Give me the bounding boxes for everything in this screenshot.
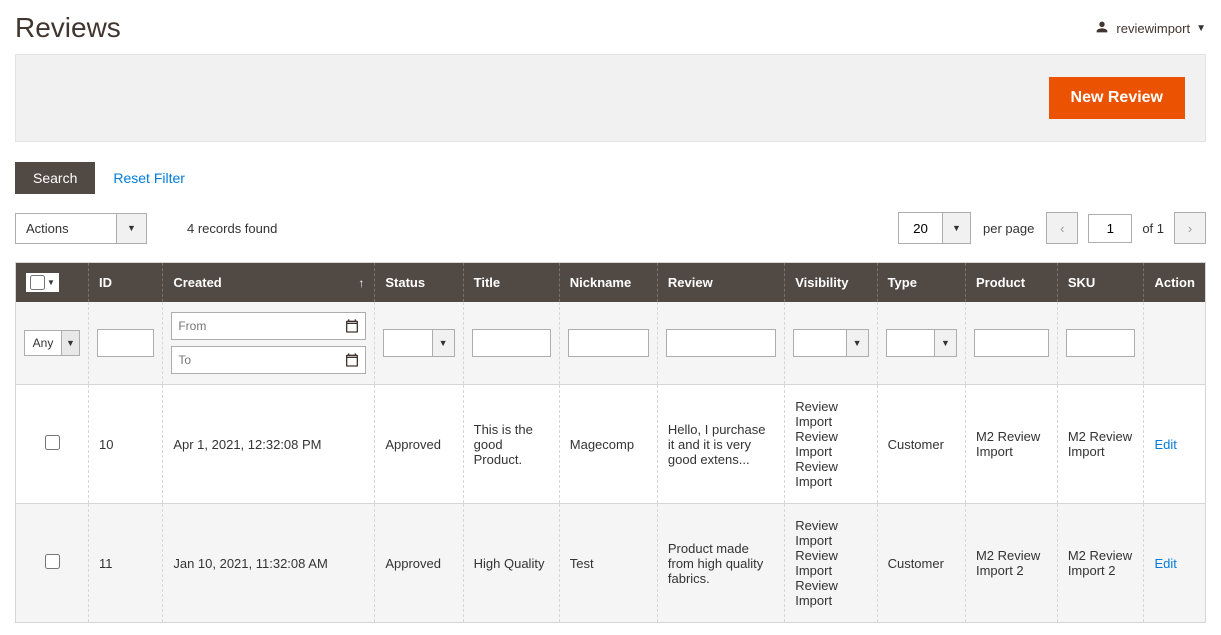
cell-review: Product made from high quality fabrics. <box>657 504 784 623</box>
prev-page-button[interactable]: ‹ <box>1046 212 1078 244</box>
reset-filter-link[interactable]: Reset Filter <box>113 170 185 186</box>
cell-product: M2 Review Import <box>965 385 1057 504</box>
cell-nickname: Magecomp <box>559 385 657 504</box>
cell-visibility: Review Import Review Import Review Impor… <box>785 504 877 623</box>
edit-link[interactable]: Edit <box>1154 437 1176 452</box>
filter-any-select[interactable]: Any ▼ <box>24 330 80 356</box>
action-bar: New Review <box>15 54 1206 142</box>
filter-created-from[interactable] <box>171 312 366 340</box>
caret-down-icon: ▼ <box>1196 23 1206 34</box>
per-page-input[interactable] <box>898 212 943 244</box>
new-review-button[interactable]: New Review <box>1049 77 1185 119</box>
cell-product: M2 Review Import 2 <box>965 504 1057 623</box>
cell-nickname: Test <box>559 504 657 623</box>
calendar-icon[interactable] <box>339 347 365 373</box>
next-page-button[interactable]: › <box>1174 212 1206 244</box>
col-header-action: Action <box>1144 263 1206 303</box>
col-header-title[interactable]: Title <box>463 263 559 303</box>
cell-status: Approved <box>375 385 463 504</box>
filter-title-input[interactable] <box>472 329 551 357</box>
mass-actions-label: Actions <box>16 214 116 243</box>
col-header-visibility[interactable]: Visibility <box>785 263 877 303</box>
cell-type: Customer <box>877 504 965 623</box>
filter-type-select[interactable]: ▼ <box>886 329 957 357</box>
filter-id-input[interactable] <box>97 329 154 357</box>
cell-title: High Quality <box>463 504 559 623</box>
col-header-created-label: Created <box>173 275 221 290</box>
filter-sku-input[interactable] <box>1066 329 1136 357</box>
cell-type: Customer <box>877 385 965 504</box>
cell-visibility: Review Import Review Import Review Impor… <box>785 385 877 504</box>
col-header-review[interactable]: Review <box>657 263 784 303</box>
cell-status: Approved <box>375 504 463 623</box>
chevron-right-icon: › <box>1188 221 1192 236</box>
col-header-created[interactable]: Created ↑ <box>163 263 375 303</box>
col-header-nickname[interactable]: Nickname <box>559 263 657 303</box>
filter-any-toggle[interactable]: ▼ <box>62 330 80 356</box>
table-row[interactable]: 11 Jan 10, 2021, 11:32:08 AM Approved Hi… <box>16 504 1206 623</box>
user-icon <box>1094 19 1110 38</box>
filter-created-from-input[interactable] <box>172 314 339 338</box>
sort-asc-icon: ↑ <box>358 276 364 290</box>
mass-actions-select[interactable]: Actions ▼ <box>15 213 147 244</box>
col-header-id[interactable]: ID <box>89 263 163 303</box>
filter-nickname-input[interactable] <box>568 329 649 357</box>
of-pages-label: of 1 <box>1142 221 1164 236</box>
per-page-label: per page <box>983 221 1034 236</box>
filter-review-input[interactable] <box>666 329 776 357</box>
mass-actions-toggle[interactable]: ▼ <box>116 214 146 243</box>
records-found: 4 records found <box>187 221 277 236</box>
current-page-input[interactable] <box>1088 214 1132 243</box>
user-account-menu[interactable]: reviewimport ▼ <box>1094 19 1206 38</box>
edit-link[interactable]: Edit <box>1154 556 1176 571</box>
row-checkbox[interactable] <box>45 554 60 569</box>
filter-created-to[interactable] <box>171 346 366 374</box>
cell-title: This is the good Product. <box>463 385 559 504</box>
per-page-toggle[interactable]: ▼ <box>943 212 971 244</box>
cell-sku: M2 Review Import 2 <box>1057 504 1144 623</box>
col-header-type[interactable]: Type <box>877 263 965 303</box>
filter-created-to-input[interactable] <box>172 348 339 372</box>
search-button[interactable]: Search <box>15 162 95 194</box>
cell-sku: M2 Review Import <box>1057 385 1144 504</box>
cell-id: 11 <box>89 504 163 623</box>
filter-visibility-select[interactable]: ▼ <box>793 329 868 357</box>
filter-status-select[interactable]: ▼ <box>383 329 454 357</box>
row-checkbox[interactable] <box>45 435 60 450</box>
select-all-checkbox[interactable] <box>30 275 45 290</box>
select-all-toggle-icon: ▼ <box>47 278 55 287</box>
cell-id: 10 <box>89 385 163 504</box>
filter-product-input[interactable] <box>974 329 1049 357</box>
table-row[interactable]: 10 Apr 1, 2021, 12:32:08 PM Approved Thi… <box>16 385 1206 504</box>
cell-created: Apr 1, 2021, 12:32:08 PM <box>163 385 375 504</box>
reviews-grid: ▼ ID Created ↑ Status Title Nickname Rev… <box>15 262 1206 623</box>
cell-review: Hello, I purchase it and it is very good… <box>657 385 784 504</box>
cell-created: Jan 10, 2021, 11:32:08 AM <box>163 504 375 623</box>
user-name: reviewimport <box>1116 21 1190 36</box>
page-title: Reviews <box>15 12 121 44</box>
calendar-icon[interactable] <box>339 313 365 339</box>
chevron-left-icon: ‹ <box>1060 221 1064 236</box>
col-header-sku[interactable]: SKU <box>1057 263 1144 303</box>
col-header-status[interactable]: Status <box>375 263 463 303</box>
col-header-select[interactable]: ▼ <box>16 263 89 303</box>
filter-any-label: Any <box>24 330 62 356</box>
col-header-product[interactable]: Product <box>965 263 1057 303</box>
